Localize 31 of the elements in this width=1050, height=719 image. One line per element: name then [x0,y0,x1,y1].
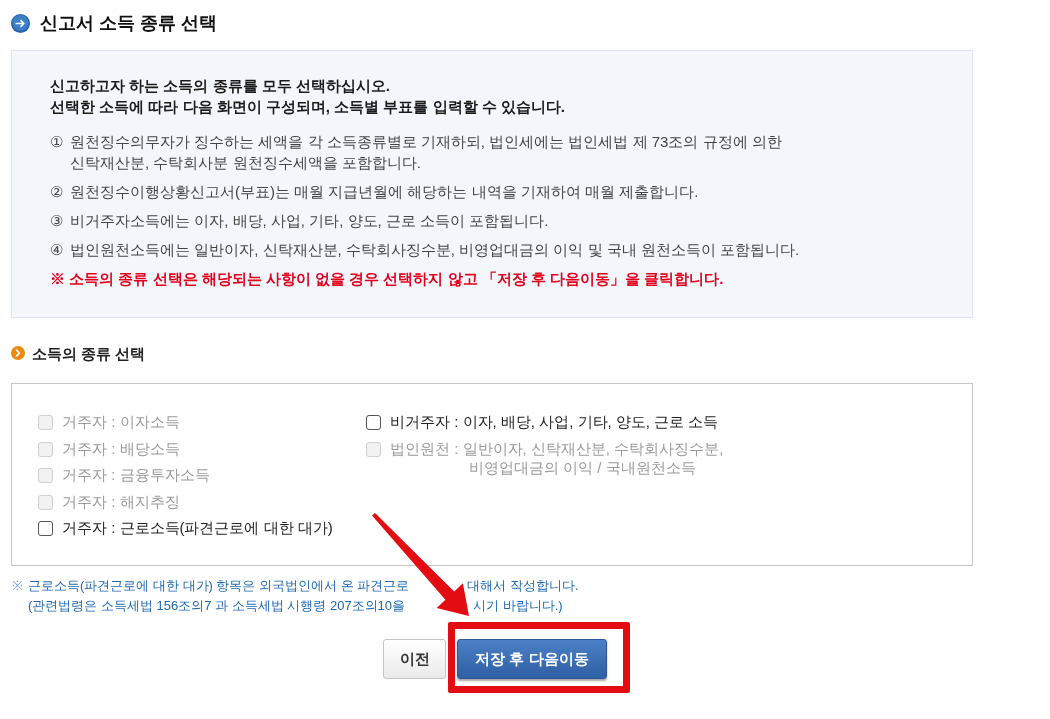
note-mark: ※ [12,577,24,595]
option-label: 거주자 : 해지추징 [62,491,180,511]
checkbox[interactable] [38,521,53,536]
guide-intro: 선택한 소득에 따라 다음 화면이 구성되며, 소득별 부표를 입력할 수 있습니다. [50,97,566,117]
option-label: 거주자 : 금융투자소득 [62,465,210,484]
guide-item-text: 법인원천소득에는 일반이자, 신탁재산분, 수탁회사징수분, 비영업대금의 이익 및 국내 원천소득이 포함됩니다. [70,240,800,260]
guide-intro: 신고하고자 하는 소득의 종류를 모두 선택하십시오. [50,76,391,96]
guide-item-text: 비거주자소득에는 이자, 배당, 사업, 기타, 양도, 근로 소득이 포함됩니다. [70,211,549,231]
page-title: 신고서 소득 종류 선택 [40,12,217,35]
item-number: ③ [50,211,64,231]
note-text: 근로소득(파견근로에 대한 대가) 항목은 외국법인에서 온 파견근로 [28,577,410,595]
option-label: 거주자 : 근로소득(파견근로에 대한 대가) [62,518,333,537]
chevron-circle-icon [11,345,25,360]
save-next-button[interactable]: 저장 후 다음이동 [457,639,607,679]
option-label: 거주자 : 배당소득 [62,438,180,458]
guide-item-text: 원천징수의무자가 징수하는 세액을 각 소득종류별로 기재하되, 법인세에는 법인세법 제 73조의 규정에 의한 신탁재산분, 수탁회사분 원천징수세액을 포함합니다. [70,132,782,173]
checkbox[interactable] [366,415,381,430]
item-number: ① [50,132,64,152]
option-label: 비거주자 : 이자, 배당, 사업, 기타, 양도, 근로 소득 [390,412,719,431]
option-label: 법인원천 : 일반이자, 신탁재산분, 수탁회사징수분, 비영업대금의 이익 / 국내원천소득 [390,438,724,477]
guide-warning: ※ 소득의 종류 선택은 해당되는 사항이 없을 경우 선택하지 않고 「저장 후 다음이동」을 클릭합니다. [50,269,725,289]
guide-item-text: 원천징수이행상황신고서(부표)는 매월 지급년월에 해당하는 내역을 기재하여 매월 제출합니다. [70,182,699,202]
item-number: ② [50,182,64,202]
section-title: 소득의 종류 선택 [32,345,146,364]
item-number: ④ [50,240,64,260]
arrow-circle-icon [11,13,30,33]
note-text: 시기 바랍니다.) [473,597,563,615]
note-text: 대해서 작성합니다. [467,577,579,595]
option-label: 거주자 : 이자소득 [62,412,180,431]
note-text: (관련법령은 소득세법 156조의7 과 소득세법 시행령 207조의10을 [28,597,406,615]
previous-button[interactable]: 이전 [383,639,446,679]
